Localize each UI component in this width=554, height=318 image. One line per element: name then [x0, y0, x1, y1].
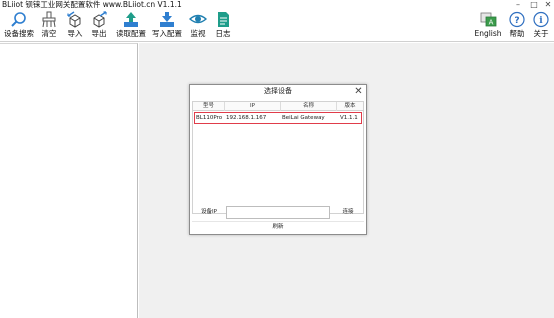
english-label: English [474, 29, 502, 38]
column-header-version[interactable]: 版本 [337, 102, 363, 111]
search-icon [10, 11, 28, 28]
window-title: BLiiot 钡铼工业网关配置软件 www.BLiiot.cn V1.1.1 [2, 0, 182, 9]
dialog-title: 选择设备 [264, 87, 292, 95]
log-label: 日志 [215, 29, 231, 38]
close-button[interactable]: ✕ [543, 0, 553, 10]
english-button[interactable]: A English [472, 10, 504, 42]
cell-model: BL110Pro [196, 115, 223, 121]
svg-text:?: ? [514, 16, 519, 26]
monitor-label: 监视 [190, 29, 206, 38]
log-icon [214, 11, 232, 28]
clear-label: 清空 [41, 29, 57, 38]
device-ip-label: 设备IP [201, 209, 217, 215]
column-header-ip[interactable]: IP [225, 102, 281, 111]
device-tree-panel[interactable] [0, 43, 138, 318]
read-config-label: 读取配置 [116, 29, 146, 38]
language-icon: A [479, 11, 497, 28]
cell-name: BeiLai Gateway [282, 115, 325, 121]
svg-text:i: i [539, 16, 543, 26]
clear-icon [40, 11, 58, 28]
import-icon [66, 11, 84, 28]
svg-text:A: A [489, 19, 494, 27]
connect-button[interactable]: 连接 [332, 206, 364, 219]
table-header: 型号 IP 名称 版本 [193, 102, 363, 111]
help-icon: ? [508, 11, 526, 28]
eye-icon [189, 11, 207, 28]
upload-icon [122, 11, 140, 28]
import-label: 导入 [67, 29, 83, 38]
device-table: 型号 IP 名称 版本 BL110Pro 192.168.1.167 BeiLa… [192, 101, 364, 214]
clear-button[interactable]: 清空 [38, 10, 60, 42]
monitor-button[interactable]: 监视 [187, 10, 209, 42]
read-config-button[interactable]: 读取配置 [114, 10, 148, 42]
device-search-label: 设备搜索 [4, 29, 34, 38]
toolbar: 设备搜索 清空 导入 导出 读取配置 写入配置 监视 日志 A English … [0, 10, 554, 42]
maximize-button[interactable]: □ [529, 0, 539, 10]
device-ip-input[interactable] [226, 206, 330, 219]
about-label: 关于 [533, 29, 549, 38]
export-icon [90, 11, 108, 28]
export-label: 导出 [91, 29, 107, 38]
select-device-dialog: 选择设备 ✕ 型号 IP 名称 版本 BL110Pro 192.168.1.16… [189, 84, 367, 235]
device-ip-bar: 设备IP 连接 [192, 206, 364, 219]
write-config-label: 写入配置 [152, 29, 182, 38]
log-button[interactable]: 日志 [212, 10, 234, 42]
dialog-close-button[interactable]: ✕ [353, 85, 364, 98]
info-icon: i [532, 11, 550, 28]
column-header-model[interactable]: 型号 [193, 102, 225, 111]
device-search-button[interactable]: 设备搜索 [2, 10, 36, 42]
minimize-button[interactable]: – [513, 0, 523, 10]
cell-ip: 192.168.1.167 [226, 115, 267, 121]
title-bar: BLiiot 钡铼工业网关配置软件 www.BLiiot.cn V1.1.1 –… [0, 0, 554, 10]
import-button[interactable]: 导入 [64, 10, 86, 42]
refresh-button[interactable]: 刷新 [192, 221, 364, 232]
cell-version: V1.1.1 [340, 115, 358, 121]
table-row[interactable]: BL110Pro 192.168.1.167 BeiLai Gateway V1… [194, 112, 362, 124]
about-button[interactable]: i 关于 [530, 10, 552, 42]
column-header-name[interactable]: 名称 [281, 102, 337, 111]
download-icon [158, 11, 176, 28]
write-config-button[interactable]: 写入配置 [150, 10, 184, 42]
help-label: 帮助 [509, 29, 525, 38]
export-button[interactable]: 导出 [88, 10, 110, 42]
help-button[interactable]: ? 帮助 [506, 10, 528, 42]
